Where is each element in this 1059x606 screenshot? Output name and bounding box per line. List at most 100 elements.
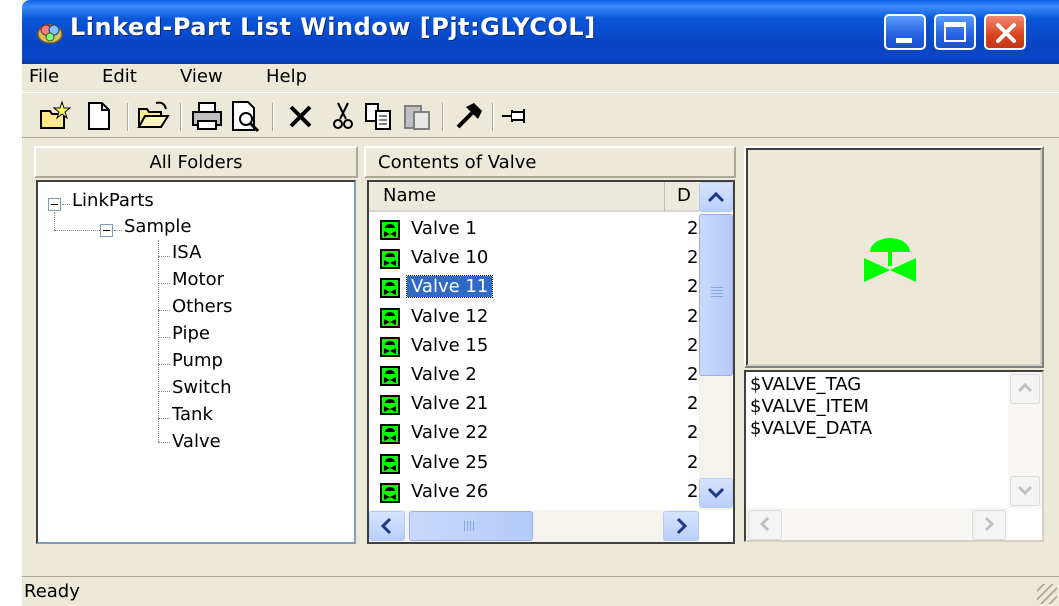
linked-part-list-window: Linked-Part List Window [Pjt:GLYCOL] Fil…: [22, 0, 1059, 606]
copy-icon[interactable]: [362, 99, 396, 133]
resize-grip-icon[interactable]: [1037, 584, 1057, 604]
tree-node-isa[interactable]: ISA: [172, 242, 201, 263]
collapse-icon[interactable]: [100, 224, 113, 237]
list-item-label: Valve 10: [411, 247, 489, 269]
linked-part-icon: [380, 278, 400, 299]
text-vertical-scrollbar[interactable]: [1008, 372, 1042, 508]
text-scroll-down-button[interactable]: [1010, 476, 1040, 506]
tree-connector: [158, 310, 170, 311]
horizontal-scrollbar[interactable]: [369, 510, 699, 542]
tree-node-tank[interactable]: Tank: [172, 404, 213, 425]
list-item-second-column: 2: [687, 422, 699, 444]
tree-connector: [158, 442, 170, 443]
collapse-icon[interactable]: [48, 198, 61, 211]
scroll-right-button[interactable]: [663, 511, 699, 541]
menu-file[interactable]: File: [29, 66, 59, 87]
tree-connector: [158, 391, 170, 392]
toolbar-separator: [492, 103, 494, 131]
vertical-scrollbar[interactable]: [699, 182, 733, 510]
menu-edit[interactable]: Edit: [102, 66, 137, 87]
list-item[interactable]: Valve 10 2: [375, 245, 699, 273]
tree-node-motor[interactable]: Motor: [172, 269, 224, 290]
tree-node-pipe[interactable]: Pipe: [172, 323, 210, 344]
menu-help[interactable]: Help: [266, 66, 307, 87]
list-item[interactable]: Valve 1 2: [375, 216, 699, 244]
list-item[interactable]: Valve 25 2: [375, 450, 699, 478]
tree-node-valve[interactable]: Valve: [172, 431, 221, 452]
list-item[interactable]: Valve 22 2: [375, 420, 699, 448]
text-scroll-up-button[interactable]: [1010, 374, 1040, 404]
tree-connector: [54, 212, 55, 230]
symbol-preview-panel: [744, 146, 1044, 368]
minimize-button[interactable]: [884, 14, 926, 50]
tree-node-linkparts[interactable]: LinkParts: [72, 190, 154, 211]
list-item-label: Valve 12: [411, 305, 489, 327]
list-item-second-column: 2: [687, 247, 699, 269]
chevron-right-icon: [676, 517, 688, 535]
print-preview-icon[interactable]: [228, 99, 262, 133]
column-header-name[interactable]: Name: [369, 182, 665, 212]
contents-list: Name D Valve 1 2 Valve 10 2 Valve 11 2 Valve 1…: [367, 180, 735, 544]
list-item-label: Valve 21: [411, 393, 489, 415]
chevron-down-icon: [1017, 485, 1033, 496]
linked-part-icon: [380, 307, 400, 328]
hammer-icon[interactable]: [452, 99, 486, 133]
list-item[interactable]: Valve 15 2: [375, 333, 699, 361]
close-button[interactable]: [984, 14, 1026, 50]
status-bar: Ready: [22, 576, 1059, 606]
list-item[interactable]: Valve 21 2: [375, 391, 699, 419]
tree-connector: [158, 240, 159, 442]
linked-part-icon: [380, 220, 400, 240]
title-bar[interactable]: Linked-Part List Window [Pjt:GLYCOL]: [22, 0, 1059, 64]
linked-part-icon: [380, 249, 400, 270]
list-item-label: Valve 25: [411, 451, 489, 473]
status-text: Ready: [24, 581, 80, 602]
window-title: Linked-Part List Window [Pjt:GLYCOL]: [70, 13, 596, 41]
all-folders-header[interactable]: All Folders: [34, 146, 358, 178]
tree-node-others[interactable]: Others: [172, 296, 233, 317]
tree-node-pump[interactable]: Pump: [172, 350, 223, 371]
pin-icon[interactable]: [498, 99, 532, 133]
list-item[interactable]: Valve 12 2: [375, 304, 699, 332]
delete-icon[interactable]: [284, 99, 318, 133]
linked-part-icon: [380, 366, 400, 386]
menu-view[interactable]: View: [180, 66, 223, 87]
tree-connector: [158, 283, 170, 284]
cut-icon[interactable]: [326, 99, 360, 133]
close-icon: [996, 23, 1016, 43]
toolbar: [22, 92, 1059, 138]
scroll-down-button[interactable]: [699, 478, 733, 508]
list-item[interactable]: Valve 26 2: [375, 479, 699, 507]
open-folder-icon[interactable]: [136, 99, 170, 133]
tag-text-area[interactable]: $VALVE_TAG $VALVE_ITEM $VALVE_DATA: [744, 370, 1044, 542]
maximize-button[interactable]: [934, 14, 976, 50]
new-document-icon[interactable]: [82, 99, 116, 133]
scroll-left-button[interactable]: [369, 511, 405, 541]
desktop-edge: [0, 0, 22, 606]
text-horizontal-scrollbar[interactable]: [746, 508, 1008, 540]
tree-connector: [114, 230, 122, 231]
scroll-thumb-horizontal[interactable]: [409, 511, 533, 541]
tree-node-switch[interactable]: Switch: [172, 377, 232, 398]
new-folder-icon[interactable]: [38, 99, 72, 133]
list-item-second-column: 2: [687, 480, 699, 502]
scroll-thumb[interactable]: [699, 214, 733, 376]
folder-tree: LinkParts Sample ISA Motor Others Pipe P…: [36, 180, 356, 544]
list-item[interactable]: Valve 2 2: [375, 362, 699, 390]
print-icon[interactable]: [190, 99, 224, 133]
toolbar-separator: [127, 103, 129, 131]
linked-part-icon: [380, 395, 400, 416]
text-scroll-right-button[interactable]: [972, 510, 1006, 540]
linked-part-icon: [380, 482, 400, 503]
paste-icon[interactable]: [400, 99, 434, 133]
tree-connector: [54, 230, 100, 231]
text-scroll-left-button[interactable]: [748, 510, 782, 540]
linked-part-icon: [380, 336, 400, 357]
column-header-date[interactable]: D: [665, 182, 699, 212]
chevron-down-icon: [707, 487, 725, 499]
list-item[interactable]: Valve 11 2: [375, 274, 699, 302]
tree-node-sample[interactable]: Sample: [124, 216, 192, 237]
scroll-up-button[interactable]: [699, 182, 733, 212]
valve-symbol-icon: [864, 238, 916, 282]
chevron-left-icon: [759, 516, 770, 532]
